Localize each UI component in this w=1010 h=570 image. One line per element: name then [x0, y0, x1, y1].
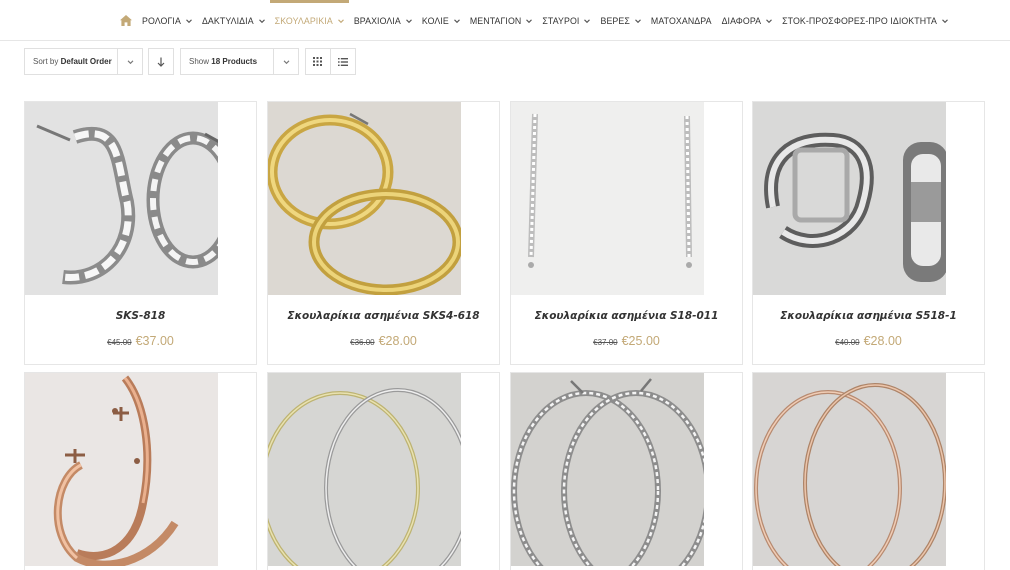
chevron-down-icon	[942, 18, 948, 23]
nav-item-stok-prosfores[interactable]: ΣΤΟΚ-ΠΡΟΣΦΟΡΕΣ-ΠΡΟ ΙΔΙΟΚΤΗΤΑ	[777, 0, 953, 41]
sort-dropdown-arrow	[117, 49, 142, 74]
nav-item-skoularikia[interactable]: ΣΚΟΥΛΑΡΙΚΙΑ	[269, 0, 349, 41]
show-value: 18 Products	[211, 57, 258, 66]
nav-item-vrachiolia[interactable]: ΒΡΑΧΙΟΛΙΑ	[349, 0, 417, 41]
chevron-down-icon	[258, 18, 265, 23]
sale-price: €28.00	[863, 334, 902, 348]
product-image[interactable]	[511, 373, 704, 566]
product-card[interactable]: SKS-818 €45.00 €37.00	[24, 101, 257, 365]
chevron-down-icon	[453, 18, 460, 23]
product-price: €37.00 €25.00	[511, 332, 742, 350]
grid-icon	[313, 57, 323, 66]
product-image[interactable]	[268, 373, 461, 566]
product-image[interactable]	[511, 102, 704, 295]
nav-item-label: ΣΤΟΚ-ΠΡΟΣΦΟΡΕΣ-ΠΡΟ ΙΔΙΟΚΤΗΤΑ	[782, 15, 937, 26]
product-card[interactable]	[24, 372, 257, 570]
chevron-down-icon	[766, 18, 773, 23]
arrow-down-icon	[157, 57, 165, 67]
old-price: €36.00	[350, 338, 375, 347]
home-icon	[120, 15, 132, 26]
home-link[interactable]	[118, 0, 137, 41]
nav-item-label: ΜΕΝΤΑΓΙΟΝ	[469, 15, 522, 26]
old-price: €37.00	[593, 338, 618, 347]
sort-prefix: Sort by	[33, 57, 59, 66]
show-text: Show 18 Products	[181, 57, 257, 66]
nav-item-metagion[interactable]: ΜΕΝΤΑΓΙΟΝ	[465, 0, 538, 41]
chevron-down-icon	[283, 59, 289, 64]
sort-by-text: Sort by Default Order	[25, 57, 112, 66]
product-card[interactable]: Σκουλαρίκια ασημένια SKS4-618 €36.00 €28.…	[267, 101, 500, 365]
list-view-button[interactable]	[331, 49, 355, 74]
chevron-down-icon	[405, 18, 412, 23]
nav-item-label: ΣΚΟΥΛΑΡΙΚΙΑ	[274, 15, 333, 26]
sale-price: €28.00	[378, 334, 417, 348]
product-card[interactable]	[752, 372, 985, 570]
list-icon	[337, 57, 348, 66]
view-toggle	[305, 48, 356, 75]
chevron-down-icon	[584, 18, 591, 23]
product-image[interactable]	[753, 102, 946, 295]
sale-price: €25.00	[621, 334, 660, 348]
chevron-down-icon	[526, 18, 533, 23]
chevron-down-icon	[337, 18, 344, 23]
nav-item-label: ΜΑΤΟΧΑΝΔΡΑ	[650, 15, 712, 26]
nav-item-label: ΒΡΑΧΙΟΛΙΑ	[353, 15, 401, 26]
product-card[interactable]	[510, 372, 743, 570]
nav-item-stavroi[interactable]: ΣΤΑΥΡΟΙ	[537, 0, 595, 41]
product-title[interactable]: Σκουλαρίκια ασημένια S518-1	[753, 310, 984, 322]
product-card[interactable]: Σκουλαρίκια ασημένια S18-011 €37.00 €25.0…	[510, 101, 743, 365]
show-products-dropdown[interactable]: Show 18 Products	[180, 48, 299, 75]
old-price: €40.00	[835, 338, 860, 347]
product-card[interactable]: Σκουλαρίκια ασημένια S518-1 €40.00 €28.00	[752, 101, 985, 365]
nav-item-daktylidia[interactable]: ΔΑΚΤΥΛΙΔΙΑ	[197, 0, 270, 41]
product-title[interactable]: Σκουλαρίκια ασημένια SKS4-618	[268, 310, 499, 322]
nav-item-kolie[interactable]: ΚΟΛΙΕ	[417, 0, 465, 41]
nav-item-label: ΔΑΚΤΥΛΙΔΙΑ	[201, 15, 254, 26]
nav-item-label: ΣΤΑΥΡΟΙ	[542, 15, 580, 26]
product-image[interactable]	[753, 373, 946, 566]
nav-item-veres[interactable]: ΒΕΡΕΣ	[595, 0, 645, 41]
show-prefix: Show	[189, 57, 210, 66]
nav-item-diafora[interactable]: ΔΙΑΦΟΡΑ	[717, 0, 778, 41]
sort-by-dropdown[interactable]: Sort by Default Order	[24, 48, 143, 75]
product-image[interactable]	[25, 102, 218, 295]
chevron-down-icon	[186, 18, 192, 23]
show-dropdown-arrow	[273, 49, 298, 74]
product-price: €45.00 €37.00	[25, 332, 256, 350]
sale-price: €37.00	[135, 334, 174, 348]
nav-item-label: ΚΟΛΙΕ	[421, 15, 449, 26]
product-price: €36.00 €28.00	[268, 332, 499, 350]
chevron-down-icon	[635, 18, 641, 23]
main-navigation: ΡΟΛΟΓΙΑ ΔΑΚΤΥΛΙΔΙΑ ΣΚΟΥΛΑΡΙΚΙΑ ΒΡΑΧΙΟΛΙΑ…	[0, 0, 1010, 41]
nav-item-label: ΔΙΑΦΟΡΑ	[721, 15, 762, 26]
product-price: €40.00 €28.00	[753, 332, 984, 350]
nav-menu: ΡΟΛΟΓΙΑ ΔΑΚΤΥΛΙΔΙΑ ΣΚΟΥΛΑΡΙΚΙΑ ΒΡΑΧΙΟΛΙΑ…	[118, 0, 953, 41]
product-image[interactable]	[268, 102, 461, 295]
sort-direction-button[interactable]	[148, 48, 174, 75]
sort-value: Default Order	[60, 57, 112, 66]
nav-item-label: ΡΟΛΟΓΙΑ	[142, 15, 181, 26]
grid-view-button[interactable]	[306, 49, 331, 74]
product-image[interactable]	[25, 373, 218, 566]
nav-item-rologia[interactable]: ΡΟΛΟΓΙΑ	[137, 0, 197, 41]
nav-item-matochandra[interactable]: ΜΑΤΟΧΑΝΔΡΑ	[646, 0, 717, 41]
product-card[interactable]	[267, 372, 500, 570]
product-title[interactable]: Σκουλαρίκια ασημένια S18-011	[511, 310, 742, 322]
old-price: €45.00	[107, 338, 132, 347]
chevron-down-icon	[127, 59, 133, 64]
product-title[interactable]: SKS-818	[25, 310, 256, 322]
nav-item-label: ΒΕΡΕΣ	[600, 15, 630, 26]
